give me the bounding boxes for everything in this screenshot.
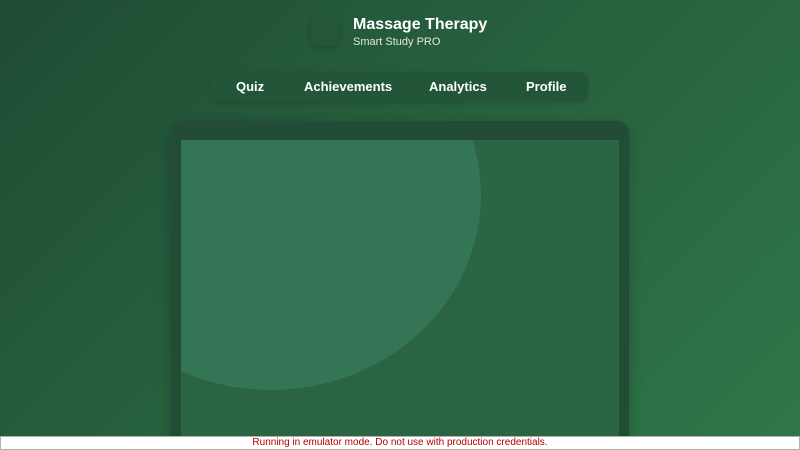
app-logo-icon bbox=[310, 17, 340, 47]
device-screen bbox=[181, 140, 619, 450]
device-frame bbox=[171, 121, 629, 450]
nav-item-profile[interactable]: Profile bbox=[526, 72, 566, 101]
title-block: Massage Therapy Smart Study PRO bbox=[353, 15, 487, 49]
app-title: Massage Therapy bbox=[353, 16, 488, 33]
main-nav: Quiz Achievements Analytics Profile bbox=[212, 72, 588, 101]
nav-item-analytics[interactable]: Analytics bbox=[429, 72, 487, 101]
app-subtitle: Smart Study PRO bbox=[353, 36, 441, 48]
emulator-warning-banner: Running in emulator mode. Do not use wit… bbox=[0, 436, 800, 450]
app-header: Massage Therapy Smart Study PRO bbox=[310, 15, 487, 49]
decorative-blob bbox=[181, 140, 481, 390]
nav-item-quiz[interactable]: Quiz bbox=[236, 72, 264, 101]
nav-item-achievements[interactable]: Achievements bbox=[304, 72, 392, 101]
